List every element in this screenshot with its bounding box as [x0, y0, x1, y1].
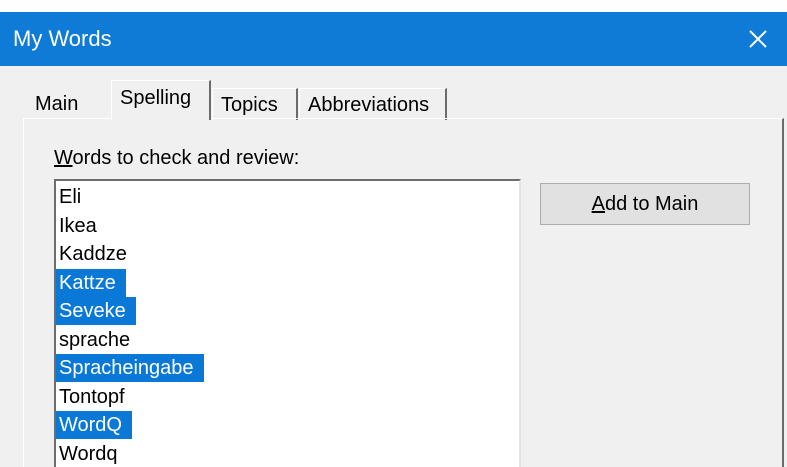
list-item[interactable]: Ikea: [56, 212, 519, 241]
tab-topics-label: Topics: [221, 94, 278, 116]
add-to-main-label: Add to Main: [591, 192, 699, 215]
list-item[interactable]: Kaddze: [56, 240, 519, 269]
tab-abbreviations[interactable]: Abbreviations: [299, 88, 447, 120]
list-item-text: Kaddze: [59, 243, 127, 265]
add-to-main-button[interactable]: Add to Main: [540, 183, 750, 225]
list-item-text: Seveke: [56, 297, 136, 325]
close-icon: [749, 30, 767, 48]
tab-abbreviations-label: Abbreviations: [308, 94, 430, 116]
tab-main-label: Main: [35, 93, 79, 115]
words-listbox[interactable]: Eli Ikea Kaddze Kattze Seveke sprache Sp…: [54, 179, 521, 467]
list-item[interactable]: sprache: [56, 326, 519, 355]
list-item[interactable]: Wordq: [56, 440, 519, 467]
spelling-tab-panel: Words to check and review: Eli Ikea Kadd…: [23, 118, 784, 467]
list-item[interactable]: WordQ: [56, 411, 519, 440]
title-bar[interactable]: My Words: [0, 12, 787, 66]
list-item[interactable]: Tontopf: [56, 383, 519, 412]
tab-spelling[interactable]: Spelling: [111, 80, 211, 120]
my-words-dialog: My Words Main Spelling Topics Abbreviati…: [0, 0, 787, 467]
tab-spelling-label: Spelling: [120, 87, 192, 109]
list-item[interactable]: Spracheingabe: [56, 354, 519, 383]
words-list-label: Words to check and review:: [54, 147, 300, 169]
list-item-text: Spracheingabe: [56, 354, 204, 382]
list-item[interactable]: Seveke: [56, 297, 519, 326]
list-item-text: WordQ: [56, 411, 132, 439]
list-item-text: Kattze: [56, 268, 126, 297]
list-item[interactable]: Kattze: [56, 268, 519, 298]
list-item-text: Ikea: [59, 214, 97, 237]
window-title: My Words: [13, 26, 112, 51]
list-item-text: sprache: [59, 328, 131, 351]
dialog-body: Main Spelling Topics Abbreviations Words…: [0, 66, 787, 467]
close-button[interactable]: [729, 12, 787, 66]
list-item-text: Tontopf: [59, 385, 125, 408]
tab-main[interactable]: Main: [27, 88, 93, 120]
list-item-text: Eli: [59, 186, 82, 208]
tab-topics[interactable]: Topics: [212, 88, 298, 120]
list-item-text: Wordq: [59, 442, 118, 465]
list-item[interactable]: Eli: [56, 183, 519, 212]
